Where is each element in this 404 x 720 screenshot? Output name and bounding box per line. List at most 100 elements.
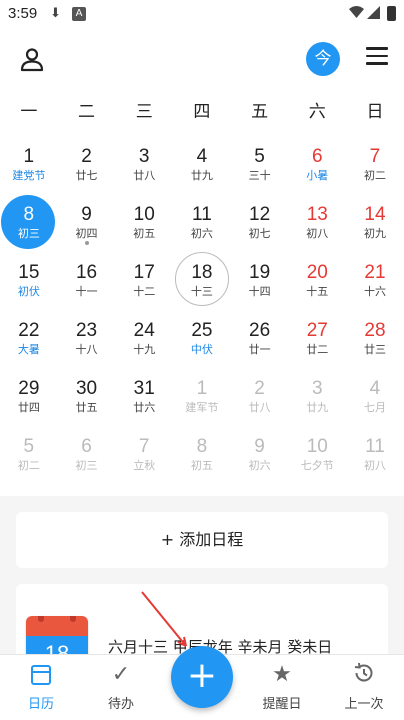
calendar-day-cell[interactable]: 28 廿三 bbox=[346, 308, 404, 366]
lunar-day-label: 廿八 bbox=[133, 169, 156, 182]
calendar-day-cell[interactable]: 21 十六 bbox=[346, 250, 404, 308]
menu-icon[interactable] bbox=[366, 47, 388, 67]
day-number: 28 bbox=[364, 320, 386, 341]
calendar-day-cell[interactable]: 1 建军节 bbox=[173, 366, 231, 424]
day-number: 25 bbox=[191, 320, 213, 341]
calendar-day-cell[interactable]: 27 廿二 bbox=[288, 308, 346, 366]
calendar-day-cell[interactable]: 10 七夕节 bbox=[288, 424, 346, 482]
add-schedule-button[interactable]: + 添加日程 bbox=[16, 512, 388, 568]
calendar-day-cell[interactable]: 1 建党节 bbox=[0, 134, 58, 192]
calendar-day-cell[interactable]: 11 初八 bbox=[346, 424, 404, 482]
calendar-week-row: 29 廿四 30 廿五 31 廿六 1 建军节 2 廿八 3 廿九 4 七月 bbox=[0, 366, 404, 424]
day-number: 7 bbox=[369, 146, 381, 167]
calendar-day-cell[interactable]: 15 初伏 bbox=[0, 250, 58, 308]
day-number: 20 bbox=[306, 262, 328, 283]
calendar-day-cell[interactable]: 24 十九 bbox=[115, 308, 173, 366]
nav-previous[interactable]: 上一次 bbox=[329, 661, 399, 712]
nav-calendar[interactable]: 日历 bbox=[6, 661, 76, 712]
calendar-day-cell[interactable]: 3 廿九 bbox=[288, 366, 346, 424]
calendar-day-cell[interactable]: 10 初五 bbox=[115, 192, 173, 250]
app-notification-icon: A bbox=[72, 7, 86, 21]
lunar-day-label: 初五 bbox=[190, 459, 213, 472]
calendar-day-cell[interactable]: 6 初三 bbox=[58, 424, 116, 482]
calendar-day-cell[interactable]: 12 初七 bbox=[231, 192, 289, 250]
calendar-week-row: 22 大暑 23 十八 24 十九 25 中伏 26 廿一 27 廿二 28 廿三 bbox=[0, 308, 404, 366]
calendar-day-cell[interactable]: 26 廿一 bbox=[231, 308, 289, 366]
calendar-day-cell[interactable]: 4 廿九 bbox=[173, 134, 231, 192]
lunar-day-label: 廿三 bbox=[363, 343, 386, 356]
lunar-day-label: 廿五 bbox=[75, 401, 98, 414]
calendar-day-cell[interactable]: 2 廿八 bbox=[231, 366, 289, 424]
user-icon[interactable] bbox=[19, 46, 45, 72]
weekday-label: 日 bbox=[366, 102, 384, 122]
lunar-day-label: 廿一 bbox=[248, 343, 271, 356]
calendar-day-cell[interactable]: 23 十八 bbox=[58, 308, 116, 366]
day-number: 21 bbox=[364, 262, 386, 283]
calendar-day-cell[interactable]: 22 大暑 bbox=[0, 308, 58, 366]
nav-reminder-label: 提醒日 bbox=[262, 697, 302, 712]
calendar-day-cell[interactable]: 8 初五 bbox=[173, 424, 231, 482]
lunar-day-label: 十五 bbox=[306, 285, 329, 298]
day-number: 12 bbox=[249, 204, 271, 225]
calendar-day-cell[interactable]: 31 廿六 bbox=[115, 366, 173, 424]
calendar-day-cell[interactable]: 25 中伏 bbox=[173, 308, 231, 366]
weekday-label: 四 bbox=[193, 102, 211, 122]
calendar-day-cell[interactable]: 2 廿七 bbox=[58, 134, 116, 192]
calendar-day-cell[interactable]: 5 初二 bbox=[0, 424, 58, 482]
battery-icon bbox=[387, 6, 396, 21]
calendar-day-cell[interactable]: 7 立秋 bbox=[115, 424, 173, 482]
weekday-header: 一 二 三 四 五 六 日 bbox=[0, 90, 404, 134]
nav-reminder[interactable]: ★ 提醒日 bbox=[247, 661, 317, 712]
calendar-day-cell[interactable]: 13 初八 bbox=[288, 192, 346, 250]
today-button[interactable]: 今 bbox=[306, 42, 340, 76]
lunar-day-label: 十六 bbox=[363, 285, 386, 298]
weekday-label: 三 bbox=[135, 102, 153, 122]
calendar-day-cell[interactable]: 17 十二 bbox=[115, 250, 173, 308]
add-fab-button[interactable]: + bbox=[171, 646, 233, 708]
day-number: 10 bbox=[133, 204, 155, 225]
day-number: 5 bbox=[23, 436, 35, 457]
calendar-day-cell[interactable]: 20 十五 bbox=[288, 250, 346, 308]
calendar-day-cell[interactable]: 8 初三 bbox=[0, 192, 58, 250]
weekday-label: 一 bbox=[20, 102, 38, 122]
day-number: 29 bbox=[18, 378, 40, 399]
lunar-day-label: 建党节 bbox=[12, 169, 46, 182]
calendar-day-cell[interactable]: 3 廿八 bbox=[115, 134, 173, 192]
calendar-day-cell[interactable]: 18 十三 bbox=[173, 250, 231, 308]
lunar-day-label: 廿四 bbox=[17, 401, 40, 414]
lunar-day-label: 廿七 bbox=[75, 169, 98, 182]
lunar-day-label: 小暑 bbox=[306, 169, 329, 182]
day-number: 16 bbox=[75, 262, 98, 283]
day-number: 5 bbox=[254, 146, 265, 167]
calendar-day-cell[interactable]: 29 廿四 bbox=[0, 366, 58, 424]
calendar-day-cell[interactable]: 14 初九 bbox=[346, 192, 404, 250]
calendar-day-cell[interactable]: 30 廿五 bbox=[58, 366, 116, 424]
calendar-icon bbox=[6, 661, 76, 689]
day-number: 31 bbox=[133, 378, 155, 399]
calendar-day-cell[interactable]: 11 初六 bbox=[173, 192, 231, 250]
day-number: 2 bbox=[254, 378, 265, 399]
calendar-day-cell[interactable]: 16 十一 bbox=[58, 250, 116, 308]
calendar-day-cell[interactable]: 7 初二 bbox=[346, 134, 404, 192]
day-number: 26 bbox=[249, 320, 271, 341]
lunar-day-label: 十二 bbox=[133, 285, 156, 298]
lunar-day-label: 初八 bbox=[306, 227, 329, 240]
calendar-day-cell[interactable]: 6 小暑 bbox=[288, 134, 346, 192]
nav-todo[interactable]: ✓ 待办 bbox=[86, 661, 156, 712]
calendar-day-cell[interactable]: 9 初四 bbox=[58, 192, 116, 250]
calendar-day-cell[interactable]: 19 十四 bbox=[231, 250, 289, 308]
lunar-day-label: 十四 bbox=[248, 285, 271, 298]
day-number: 14 bbox=[364, 204, 386, 225]
calendar-day-cell[interactable]: 5 三十 bbox=[231, 134, 289, 192]
lunar-day-label: 廿二 bbox=[306, 343, 329, 356]
wifi-icon bbox=[349, 6, 364, 23]
lunar-day-label: 初二 bbox=[17, 459, 40, 472]
download-icon: ⬇ bbox=[50, 6, 61, 21]
lunar-day-label: 初伏 bbox=[17, 285, 40, 298]
calendar-day-cell[interactable]: 4 七月 bbox=[346, 366, 404, 424]
day-number: 19 bbox=[249, 262, 271, 283]
lunar-day-label: 大暑 bbox=[17, 343, 40, 356]
day-number: 30 bbox=[75, 378, 98, 399]
calendar-day-cell[interactable]: 9 初六 bbox=[231, 424, 289, 482]
weekday-label: 二 bbox=[78, 102, 96, 122]
